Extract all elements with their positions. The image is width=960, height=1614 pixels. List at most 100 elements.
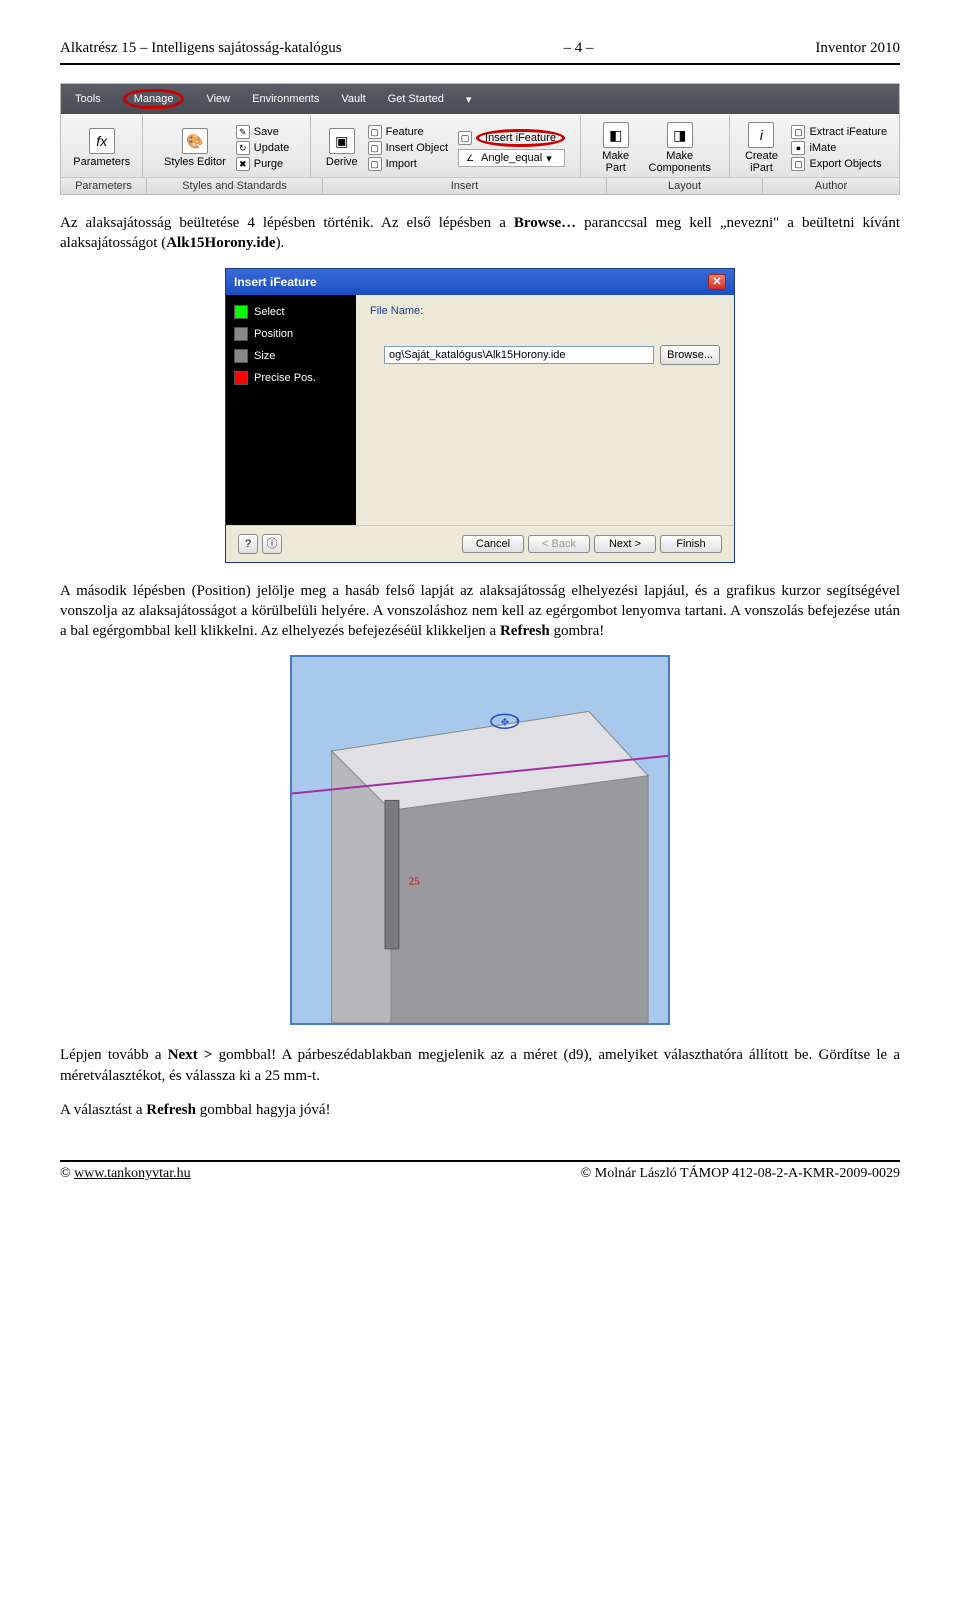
create-ipart-label: Create iPart <box>741 150 781 174</box>
back-button: < Back <box>528 535 590 553</box>
help-button[interactable]: ? <box>238 534 258 554</box>
menu-overflow-icon[interactable]: ▾ <box>456 90 482 109</box>
insert-ifeature-button[interactable]: ▢ Insert iFeature <box>458 129 565 147</box>
dialog-titlebar: Insert iFeature ✕ <box>226 269 734 295</box>
parameters-button[interactable]: fx Parameters <box>73 128 130 168</box>
styles-editor-button[interactable]: 🎨 Styles Editor <box>164 128 226 168</box>
ribbon-group-labels: Parameters Styles and Standards Insert L… <box>61 177 899 194</box>
page-footer: © www.tankonyvtar.hu © Molnár László TÁM… <box>60 1160 900 1182</box>
make-components-icon: ◨ <box>667 122 693 148</box>
make-components-label: Make Components <box>646 150 714 174</box>
file-name-label: File Name: <box>370 305 720 317</box>
page-header: Alkatrész 15 – Intelligens sajátosság-ka… <box>60 40 900 57</box>
ribbon-group-insert: ▣ Derive ▢Feature ▢Insert Object ▢Import… <box>311 115 581 177</box>
ifeature-icon: ▢ <box>458 131 472 145</box>
step-select[interactable]: Select <box>234 305 348 319</box>
imate-button[interactable]: ●iMate <box>791 141 887 155</box>
angle-icon: ∠ <box>463 151 477 165</box>
manage-highlight-ellipse: Manage <box>123 89 185 109</box>
purge-button[interactable]: ✖Purge <box>236 157 289 171</box>
file-name-input[interactable] <box>384 346 654 364</box>
update-button[interactable]: ↻Update <box>236 141 289 155</box>
menu-manage[interactable]: Manage <box>113 86 195 112</box>
finish-button[interactable]: Finish <box>660 535 722 553</box>
next-button[interactable]: Next > <box>594 535 656 553</box>
group-label-layout: Layout <box>607 178 763 194</box>
make-part-label: Make Part <box>596 150 636 174</box>
close-icon[interactable]: ✕ <box>708 274 726 290</box>
angle-equal-dropdown[interactable]: ∠Angle_equal ▾ <box>458 149 565 167</box>
ribbon-group-parameters: fx Parameters <box>61 115 143 177</box>
purge-icon: ✖ <box>236 157 250 171</box>
feature-icon: ▢ <box>368 125 382 139</box>
fx-icon: fx <box>89 128 115 154</box>
save-button[interactable]: ✎Save <box>236 125 289 139</box>
paragraph-3: Lépjen tovább a Next > gombbal! A párbes… <box>60 1045 900 1086</box>
header-left: Alkatrész 15 – Intelligens sajátosság-ka… <box>60 40 342 57</box>
step-precise-indicator <box>234 371 248 385</box>
header-rule <box>60 63 900 65</box>
derive-icon: ▣ <box>329 128 355 154</box>
derive-label: Derive <box>326 156 358 168</box>
footer-left: © www.tankonyvtar.hu <box>60 1166 191 1182</box>
svg-text:✥: ✥ <box>501 718 509 729</box>
dimension-label: 25 <box>409 876 420 888</box>
info-button[interactable]: ⓘ <box>262 534 282 554</box>
make-part-icon: ◧ <box>603 122 629 148</box>
group-label-author: Author <box>763 178 899 194</box>
extract-icon: ▢ <box>791 125 805 139</box>
palette-icon: 🎨 <box>182 128 208 154</box>
group-label-styles: Styles and Standards <box>147 178 323 194</box>
menubar: Tools Manage View Environments Vault Get… <box>61 84 899 114</box>
step-size[interactable]: Size <box>234 349 348 363</box>
import-icon: ▢ <box>368 157 382 171</box>
header-center: – 4 – <box>564 40 594 57</box>
dialog-title-text: Insert iFeature <box>234 275 317 289</box>
step-select-indicator <box>234 305 248 319</box>
menu-view[interactable]: View <box>196 90 240 108</box>
ribbon-group-author: i Create iPart ▢Extract iFeature ●iMate … <box>730 115 899 177</box>
header-right: Inventor 2010 <box>815 40 900 57</box>
insert-ifeature-highlight: Insert iFeature <box>476 129 565 147</box>
menu-vault[interactable]: Vault <box>331 90 375 108</box>
group-label-insert: Insert <box>323 178 607 194</box>
make-part-button[interactable]: ◧ Make Part <box>596 122 636 174</box>
step-precise-pos[interactable]: Precise Pos. <box>234 371 348 385</box>
group-label-parameters: Parameters <box>61 178 147 194</box>
update-icon: ↻ <box>236 141 250 155</box>
imate-icon: ● <box>791 141 805 155</box>
extract-ifeature-button[interactable]: ▢Extract iFeature <box>791 125 887 139</box>
step-size-indicator <box>234 349 248 363</box>
browse-button[interactable]: Browse... <box>660 345 720 365</box>
save-icon: ✎ <box>236 125 250 139</box>
3d-model-figure: ✥ 25 <box>290 655 670 1025</box>
dialog-footer: ? ⓘ Cancel < Back Next > Finish <box>226 525 734 562</box>
cancel-button[interactable]: Cancel <box>462 535 524 553</box>
dialog-wizard-steps: Select Position Size Precise Pos. <box>226 295 356 525</box>
paragraph-2: A második lépésben (Position) jelölje me… <box>60 581 900 642</box>
make-components-button[interactable]: ◨ Make Components <box>646 122 714 174</box>
create-ipart-button[interactable]: i Create iPart <box>741 122 781 174</box>
footer-right: © Molnár László TÁMOP 412-08-2-A-KMR-200… <box>581 1166 900 1182</box>
ipart-icon: i <box>748 122 774 148</box>
feature-button[interactable]: ▢Feature <box>368 125 448 139</box>
ribbon-screenshot: Tools Manage View Environments Vault Get… <box>60 83 900 195</box>
step-position[interactable]: Position <box>234 327 348 341</box>
derive-button[interactable]: ▣ Derive <box>326 128 358 168</box>
ribbon-body: fx Parameters 🎨 Styles Editor ✎Save ↻Upd… <box>61 114 899 177</box>
import-button[interactable]: ▢Import <box>368 157 448 171</box>
export-objects-button[interactable]: ▢Export Objects <box>791 157 887 171</box>
menu-tools[interactable]: Tools <box>65 90 111 108</box>
menu-environments[interactable]: Environments <box>242 90 329 108</box>
insert-object-button[interactable]: ▢Insert Object <box>368 141 448 155</box>
menu-get-started[interactable]: Get Started <box>378 90 454 108</box>
styles-editor-label: Styles Editor <box>164 156 226 168</box>
parameters-label: Parameters <box>73 156 130 168</box>
footer-link[interactable]: www.tankonyvtar.hu <box>74 1166 191 1181</box>
ribbon-group-styles: 🎨 Styles Editor ✎Save ↻Update ✖Purge <box>143 115 311 177</box>
export-icon: ▢ <box>791 157 805 171</box>
paragraph-4: A választást a Refresh gombbal hagyja jó… <box>60 1100 900 1120</box>
insert-ifeature-dialog: Insert iFeature ✕ Select Position Size P… <box>225 268 735 563</box>
insert-object-icon: ▢ <box>368 141 382 155</box>
paragraph-1: Az alaksajátosság beültetése 4 lépésben … <box>60 213 900 254</box>
